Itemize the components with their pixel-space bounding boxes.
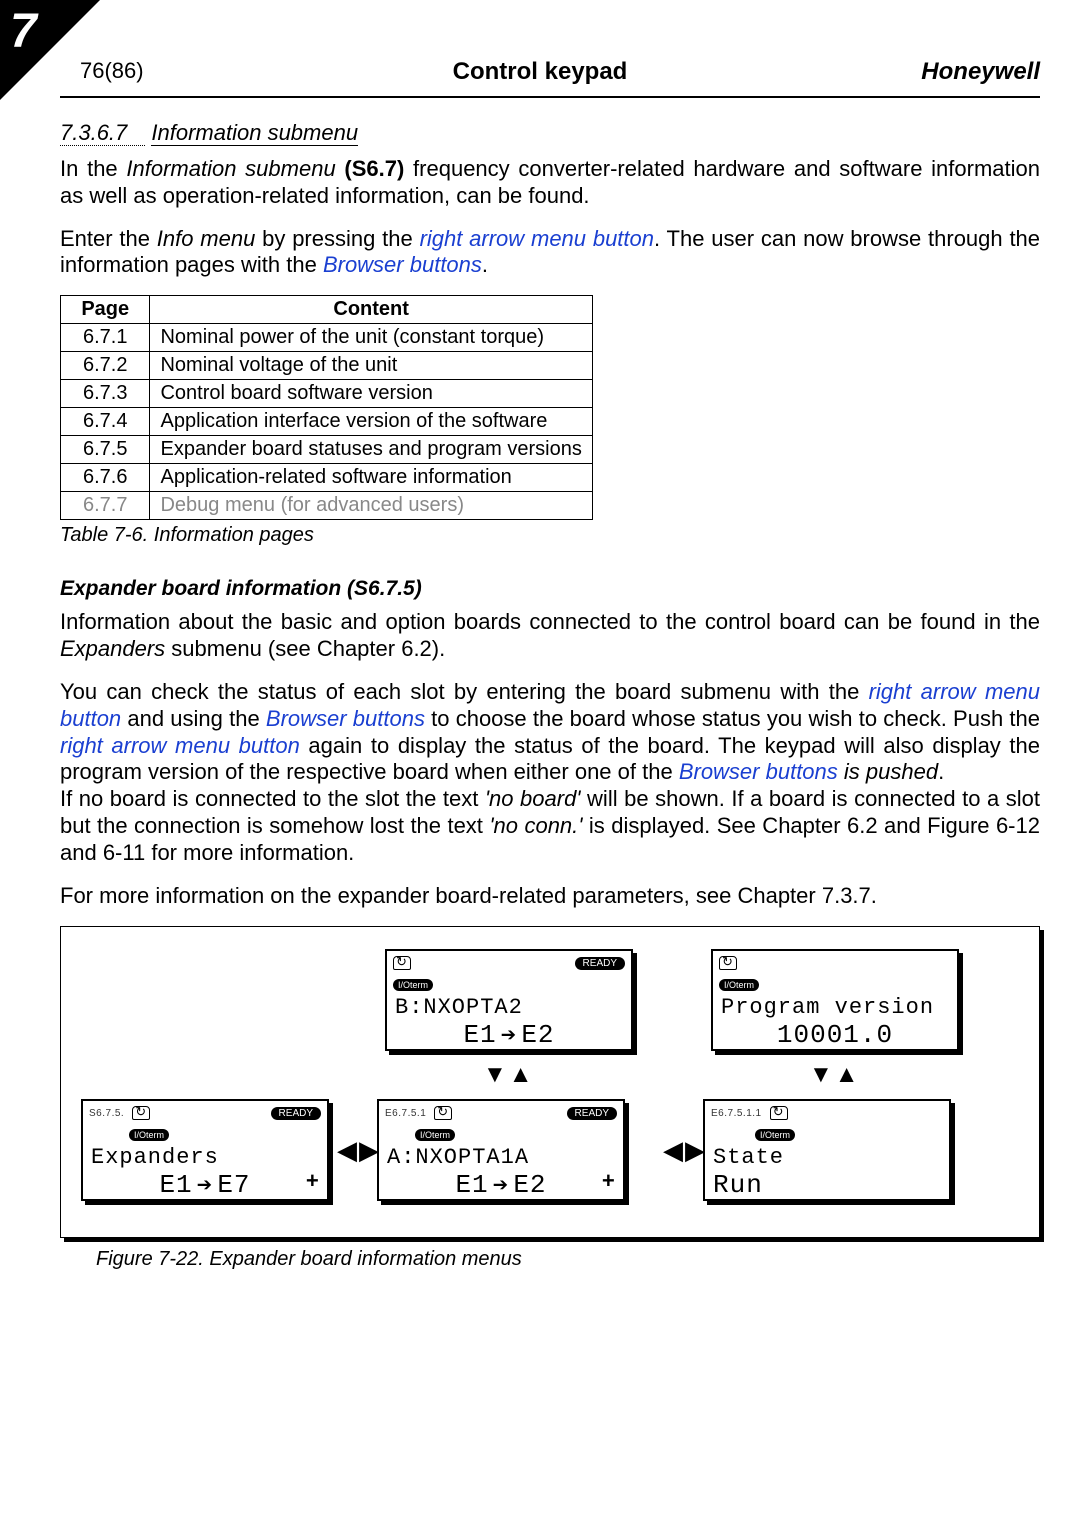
plus-icon: + [306, 1170, 319, 1195]
plus-icon: + [602, 1170, 615, 1195]
lcd-path: E6.7.5.1 [385, 1108, 426, 1119]
paragraph-sub-2: You can check the status of each slot by… [60, 679, 1040, 786]
table-header-row: Page Content [61, 296, 593, 324]
lcd-line2: E1➔E2 [387, 1020, 631, 1055]
lcd-line1: Expanders [83, 1145, 327, 1170]
up-down-nav-icon: ▼▲ [483, 1061, 533, 1089]
table-row: 6.7.7Debug menu (for advanced users) [61, 492, 593, 520]
lcd-screen-c-alt: I/Oterm Program version 10001.0 [711, 949, 959, 1051]
left-right-nav-icon: ◀▶ [663, 1135, 705, 1166]
browser-buttons-link: Browser buttons [323, 252, 482, 277]
ioterm-badge: I/Oterm [393, 979, 433, 991]
lcd-screen-b-alt: READY I/Oterm B:NXOPTA2 E1➔E2 [385, 949, 633, 1051]
lcd-line2: E1➔E2 [379, 1170, 623, 1205]
table-row: 6.7.1Nominal power of the unit (constant… [61, 324, 593, 352]
info-pages-table: Page Content 6.7.1Nominal power of the u… [60, 295, 593, 520]
section-title: Information submenu [151, 120, 358, 146]
paragraph-1: In the Information submenu (S6.7) freque… [60, 156, 1040, 210]
ioterm-badge: I/Oterm [719, 979, 759, 991]
ready-badge: READY [271, 1107, 321, 1120]
page-title: Control keypad [0, 58, 1080, 86]
lcd-line2: E1➔E7 [83, 1170, 327, 1205]
up-down-nav-icon: ▼▲ [809, 1061, 859, 1089]
chapter-number: 7 [10, 4, 37, 59]
ready-badge: READY [567, 1107, 617, 1120]
subsection-heading: Expander board information (S6.7.5) [60, 577, 1040, 601]
rotate-icon [393, 956, 411, 970]
rotate-icon [770, 1106, 788, 1120]
ioterm-badge: I/Oterm [129, 1129, 169, 1141]
section-heading: 7.3.6.7 Information submenu [60, 120, 1040, 146]
lcd-path: E6.7.5.1.1 [711, 1108, 762, 1119]
lcd-line1: State [705, 1145, 949, 1170]
paragraph-sub-1: Information about the basic and option b… [60, 609, 1040, 663]
lcd-screen-state: E6.7.5.1.1 I/Oterm State Run [703, 1099, 951, 1201]
lcd-line1: Program version [713, 995, 957, 1020]
paragraph-sub-4: For more information on the expander boa… [60, 883, 1040, 910]
right-arrow-link: right arrow menu button [420, 226, 654, 251]
col-content: Content [150, 296, 592, 324]
expander-diagram: READY I/Oterm B:NXOPTA2 E1➔E2 I/Oter [60, 926, 1040, 1271]
ioterm-badge: I/Oterm [415, 1129, 455, 1141]
col-page: Page [61, 296, 150, 324]
table-row: 6.7.4Application interface version of th… [61, 408, 593, 436]
lcd-line2: 10001.0 [713, 1020, 957, 1054]
figure-caption: Figure 7-22. Expander board information … [96, 1248, 1040, 1271]
paragraph-sub-3: If no board is connected to the slot the… [60, 786, 1040, 866]
lcd-line1: A:NXOPTA1A [379, 1145, 623, 1170]
lcd-screen-expanders: S6.7.5. READY I/Oterm Expanders E1➔E7 + [81, 1099, 329, 1201]
table-row: 6.7.3Control board software version [61, 380, 593, 408]
lcd-line2: Run [705, 1170, 949, 1204]
table-caption: Table 7-6. Information pages [60, 524, 1040, 547]
lcd-screen-slot-a: E6.7.5.1 READY I/Oterm A:NXOPTA1A E1➔E2 … [377, 1099, 625, 1201]
ioterm-badge: I/Oterm [755, 1129, 795, 1141]
table-row: 6.7.2Nominal voltage of the unit [61, 352, 593, 380]
header-rule [60, 96, 1040, 98]
rotate-icon [132, 1106, 150, 1120]
left-right-nav-icon: ◀▶ [337, 1135, 379, 1166]
rotate-icon [434, 1106, 452, 1120]
table-row: 6.7.6Application-related software inform… [61, 464, 593, 492]
paragraph-2: Enter the Info menu by pressing the righ… [60, 226, 1040, 280]
brand-logo: Honeywell [921, 58, 1040, 86]
ready-badge: READY [575, 957, 625, 970]
rotate-icon [719, 956, 737, 970]
table-row: 6.7.5Expander board statuses and program… [61, 436, 593, 464]
lcd-path: S6.7.5. [89, 1108, 124, 1119]
section-number: 7.3.6.7 [60, 120, 145, 146]
lcd-line1: B:NXOPTA2 [387, 995, 631, 1020]
